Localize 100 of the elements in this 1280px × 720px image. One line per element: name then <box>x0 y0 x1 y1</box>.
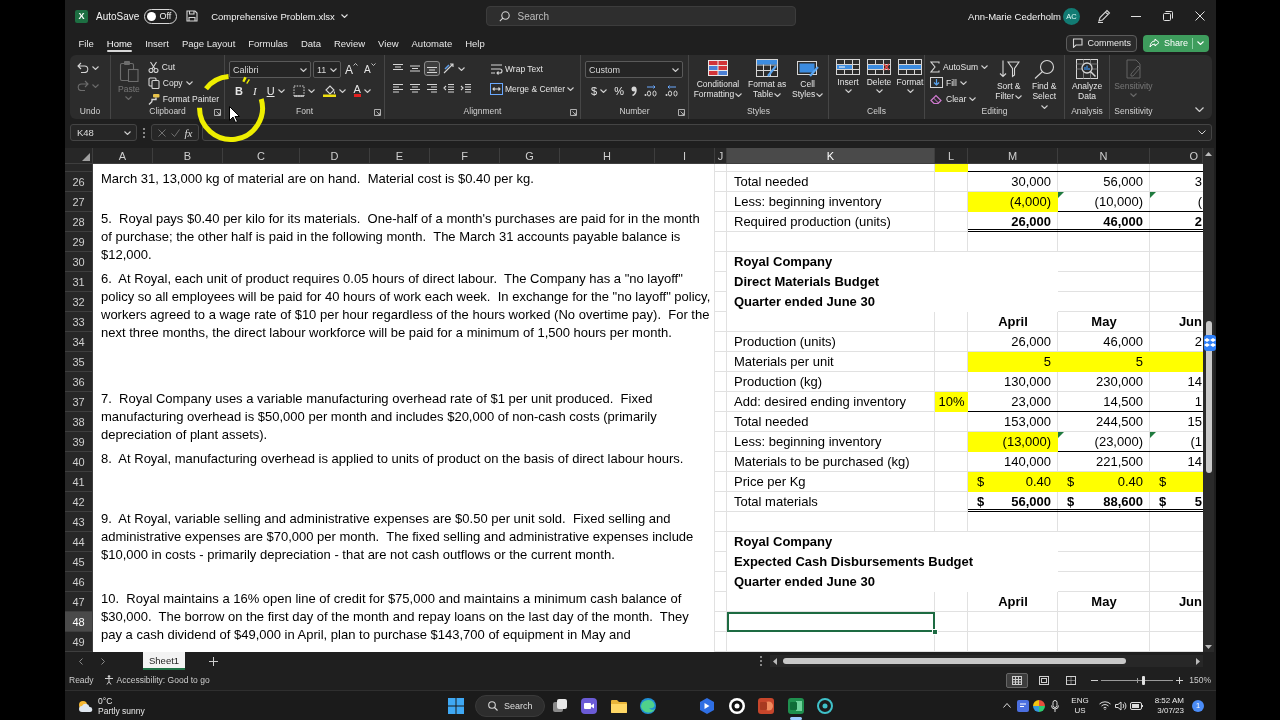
font-size-field[interactable]: 11 <box>313 61 341 78</box>
insert-cells-button[interactable]: Insert <box>833 58 863 94</box>
ribbon-tab[interactable]: Help <box>458 32 492 54</box>
clock-date[interactable]: 3/07/23 <box>1157 705 1184 716</box>
zoom-level[interactable]: 150% <box>1189 675 1211 685</box>
dialog-launcher-button[interactable] <box>678 109 685 116</box>
row-header[interactable]: 40 <box>65 452 93 472</box>
selected-cell[interactable] <box>727 612 935 632</box>
column-header[interactable]: B <box>153 148 223 164</box>
find-select-button[interactable]: Find & Select <box>1027 58 1061 112</box>
delete-cells-button[interactable]: Delete <box>864 58 894 94</box>
normal-view-button[interactable] <box>1006 672 1029 688</box>
conditional-formatting-button[interactable]: Conditional Formatting <box>692 58 744 100</box>
row-header[interactable]: 44 <box>65 532 93 552</box>
number-format-field[interactable]: Custom <box>585 61 683 78</box>
column-header[interactable]: G <box>500 148 560 164</box>
row-header[interactable]: 43 <box>65 512 93 532</box>
row-header[interactable]: 29 <box>65 232 93 252</box>
row-header[interactable]: 48 <box>65 612 93 632</box>
row-header[interactable]: 45 <box>65 552 93 572</box>
clear-button[interactable]: Clear <box>928 91 979 106</box>
column-header[interactable]: F <box>430 148 500 164</box>
row-header[interactable]: 30 <box>65 252 93 272</box>
input-language[interactable]: ENG <box>1071 695 1089 706</box>
analyze-data-button[interactable]: Analyze Data <box>1068 58 1106 102</box>
search-field[interactable]: Search <box>485 6 796 26</box>
sheet-tab[interactable]: Sheet1 <box>143 652 186 670</box>
row-header[interactable]: 49 <box>65 632 93 652</box>
horizontal-scrollbar[interactable] <box>770 655 1203 667</box>
cut-button[interactable]: Cut <box>145 59 177 74</box>
column-header[interactable]: A <box>93 148 153 164</box>
decrease-indent-button[interactable] <box>441 81 457 96</box>
row-header[interactable]: 31 <box>65 272 93 292</box>
row-header[interactable]: 37 <box>65 392 93 412</box>
format-cells-button[interactable]: Format <box>895 58 925 94</box>
row-header[interactable]: 36 <box>65 372 93 392</box>
sort-filter-button[interactable]: Sort & Filter <box>991 58 1026 102</box>
insert-function-button[interactable]: fx <box>184 126 193 139</box>
column-header[interactable]: I <box>655 148 715 164</box>
ribbon-tab[interactable]: File <box>72 32 101 54</box>
font-color-button[interactable]: A <box>351 83 373 98</box>
italic-button[interactable]: I <box>248 83 261 98</box>
increase-indent-button[interactable] <box>458 81 474 96</box>
dialog-launcher-button[interactable] <box>214 109 221 116</box>
orientation-button[interactable] <box>441 61 467 76</box>
dialog-launcher-button[interactable] <box>570 109 577 116</box>
vertical-scrollbar[interactable] <box>1203 148 1214 652</box>
wrap-text-button[interactable]: Wrap Text <box>488 61 545 76</box>
ribbon-tab[interactable]: Page Layout <box>175 32 242 54</box>
bottom-align-button[interactable] <box>424 61 440 76</box>
row-header[interactable]: 27 <box>65 192 93 212</box>
format-painter-button[interactable]: Format Painter <box>145 91 221 106</box>
column-header[interactable]: M <box>968 148 1058 164</box>
column-header[interactable]: N <box>1058 148 1150 164</box>
column-header[interactable]: C <box>223 148 300 164</box>
column-header[interactable]: L <box>935 148 968 164</box>
dialog-launcher-button[interactable] <box>374 109 381 116</box>
user-name[interactable]: Ann-Marie Cederholm <box>968 10 1061 22</box>
align-right-button[interactable] <box>424 81 440 96</box>
percent-style-button[interactable]: % <box>612 83 626 98</box>
row-header[interactable]: 41 <box>65 472 93 492</box>
row-header[interactable]: 38 <box>65 412 93 432</box>
row-header[interactable]: 26 <box>65 172 93 192</box>
ribbon-tab[interactable]: Formulas <box>241 32 295 54</box>
file-name-button[interactable]: Comprehensive Problem.xlsx <box>211 10 348 22</box>
merge-center-button[interactable]: Merge & Center <box>488 81 576 96</box>
bold-button[interactable]: B <box>233 83 245 98</box>
column-header[interactable]: D <box>300 148 370 164</box>
cell-styles-button[interactable]: Cell Styles <box>790 58 825 100</box>
scrollbar-thumb[interactable] <box>783 658 1126 664</box>
accounting-format-button[interactable]: $ <box>589 83 610 98</box>
row-header[interactable]: 47 <box>65 592 93 612</box>
ribbon-tab[interactable]: Review <box>327 32 372 54</box>
fill-handle[interactable] <box>932 629 938 635</box>
format-as-table-button[interactable]: Format as Table <box>745 58 789 100</box>
underline-button[interactable]: U <box>264 83 287 98</box>
row-header[interactable]: 46 <box>65 572 93 592</box>
ribbon-tab[interactable]: Insert <box>138 32 176 54</box>
save-button[interactable] <box>186 10 199 22</box>
column-header[interactable]: E <box>370 148 430 164</box>
autosum-button[interactable]: AutoSum <box>928 59 990 74</box>
align-center-button[interactable] <box>407 81 423 96</box>
row-header[interactable]: 33 <box>65 312 93 332</box>
fill-button[interactable]: Fill <box>928 75 969 90</box>
collapse-ribbon-button[interactable] <box>1195 107 1204 112</box>
column-header[interactable]: H <box>560 148 655 164</box>
font-name-field[interactable]: Calibri <box>229 61 311 78</box>
row-header[interactable]: 32 <box>65 292 93 312</box>
formula-input[interactable] <box>202 124 1212 141</box>
ribbon-tab[interactable]: Data <box>294 32 328 54</box>
fill-color-button[interactable] <box>320 83 348 98</box>
slider-thumb[interactable] <box>1141 675 1145 685</box>
column-header[interactable]: K <box>727 148 935 164</box>
row-header[interactable]: 39 <box>65 432 93 452</box>
name-box[interactable]: K48 <box>70 124 137 141</box>
row-header[interactable]: 35 <box>65 352 93 372</box>
zoom-in-button[interactable] <box>1175 675 1185 685</box>
undo-button[interactable] <box>75 60 101 75</box>
ribbon-tab[interactable]: View <box>371 32 406 54</box>
comments-button[interactable]: Comments <box>1066 34 1137 52</box>
